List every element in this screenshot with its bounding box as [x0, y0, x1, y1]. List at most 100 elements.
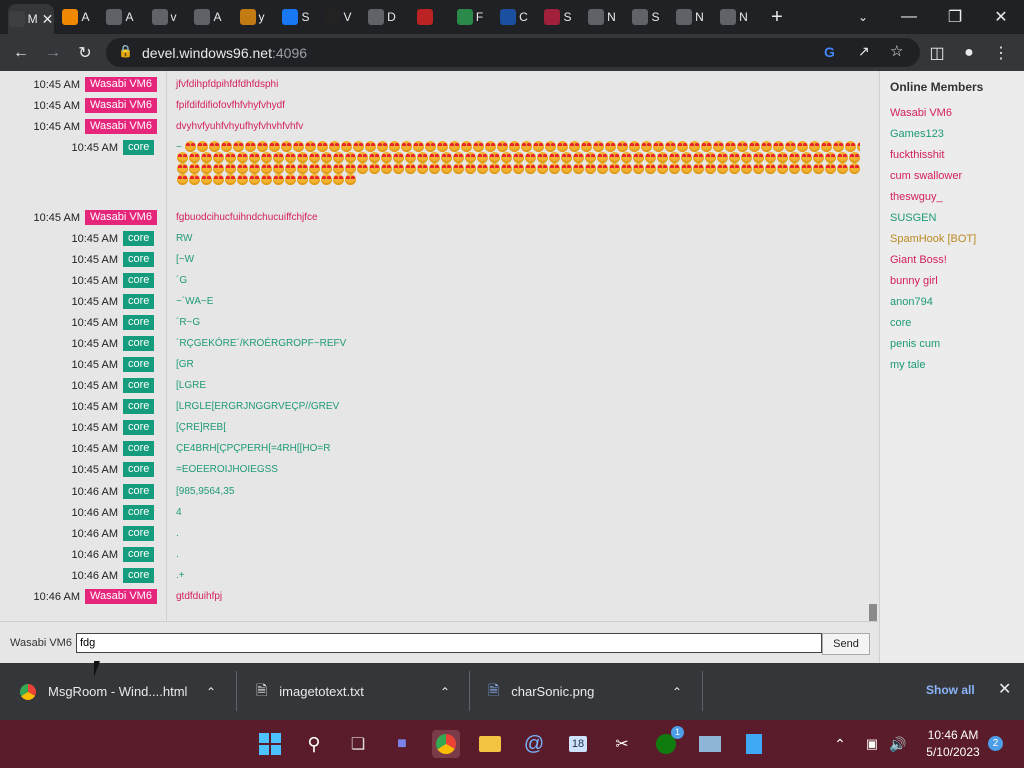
- browser-tab[interactable]: A: [100, 4, 140, 30]
- notepad-icon[interactable]: [740, 730, 768, 758]
- download-item-png[interactable]: 🗎 charSonic.png ⌃: [488, 663, 698, 720]
- browser-tab[interactable]: D: [362, 4, 402, 30]
- network-icon[interactable]: ▣: [858, 730, 886, 758]
- calendar-icon[interactable]: 18: [564, 730, 592, 758]
- volume-icon[interactable]: 🔊: [884, 730, 912, 758]
- member-item[interactable]: SpamHook [BOT]: [890, 233, 976, 245]
- message-username-badge[interactable]: core: [123, 399, 155, 414]
- menu-kebab-icon[interactable]: ⋮: [988, 40, 1014, 66]
- member-item[interactable]: SUSGEN: [890, 212, 936, 224]
- side-panel-icon[interactable]: ◫: [924, 40, 950, 66]
- member-item[interactable]: penis cum: [890, 338, 940, 350]
- browser-tab[interactable]: M ✕: [8, 4, 54, 34]
- message-username-badge[interactable]: core: [123, 526, 155, 541]
- member-item[interactable]: anon794: [890, 296, 933, 308]
- xbox-icon[interactable]: 1: [652, 726, 684, 758]
- clock-date[interactable]: 5/10/2023: [918, 745, 988, 759]
- message-username-badge[interactable]: core: [123, 357, 155, 372]
- browser-tab[interactable]: V: [318, 4, 358, 30]
- message-username-badge[interactable]: core: [123, 315, 155, 330]
- member-item[interactable]: my tale: [890, 359, 925, 371]
- chevron-up-icon[interactable]: ⌃: [672, 685, 682, 699]
- search-icon[interactable]: ⚲: [300, 730, 328, 758]
- browser-tab[interactable]: N: [714, 4, 754, 30]
- message-username-badge[interactable]: Wasabi VM6: [85, 210, 157, 225]
- new-tab-button[interactable]: +: [754, 0, 800, 34]
- message-username-badge[interactable]: Wasabi VM6: [85, 119, 157, 134]
- browser-tab[interactable]: S: [538, 4, 578, 30]
- chevron-up-icon[interactable]: ⌃: [826, 730, 854, 758]
- chevron-up-icon[interactable]: ⌃: [440, 685, 450, 699]
- notification-badge[interactable]: 2: [988, 736, 1003, 751]
- browser-tab[interactable]: N: [670, 4, 710, 30]
- chrome-taskbar-icon[interactable]: [432, 730, 460, 758]
- browser-tab[interactable]: v: [144, 4, 184, 30]
- window-minimize-button[interactable]: —: [886, 0, 932, 34]
- send-button[interactable]: Send: [822, 633, 870, 655]
- chat-scrollbar[interactable]: [868, 71, 878, 621]
- message-username-badge[interactable]: core: [123, 484, 155, 499]
- windows-start-icon[interactable]: [256, 730, 284, 758]
- message-username-badge[interactable]: core: [123, 294, 155, 309]
- browser-tab[interactable]: S: [276, 4, 316, 30]
- member-item[interactable]: Games123: [890, 128, 944, 140]
- member-item[interactable]: cum swallower: [890, 170, 962, 182]
- close-icon[interactable]: ✕: [42, 11, 54, 28]
- back-icon[interactable]: ←: [8, 40, 34, 66]
- profile-icon[interactable]: ●: [956, 40, 982, 66]
- scrollbar-thumb[interactable]: [869, 604, 877, 621]
- message-username-badge[interactable]: Wasabi VM6: [85, 589, 157, 604]
- download-item-txt[interactable]: 🗎 imagetotext.txt ⌃: [256, 663, 466, 720]
- nickname-label[interactable]: Wasabi VM6: [10, 637, 72, 649]
- snipping-tool-icon[interactable]: ✂: [608, 730, 636, 758]
- photos-icon[interactable]: [696, 730, 724, 758]
- bookmark-star-icon[interactable]: ☆: [890, 42, 903, 60]
- member-item[interactable]: Wasabi VM6: [890, 107, 952, 119]
- download-item-html[interactable]: MsgRoom - Wind....html ⌃: [20, 663, 230, 720]
- member-item[interactable]: fuckthisshit: [890, 149, 944, 161]
- browser-tab[interactable]: C: [494, 4, 534, 30]
- file-explorer-icon[interactable]: [476, 730, 504, 758]
- browser-tab[interactable]: A: [188, 4, 228, 30]
- share-icon[interactable]: ↗: [858, 43, 870, 60]
- member-item[interactable]: bunny girl: [890, 275, 938, 287]
- browser-tab[interactable]: N: [582, 4, 622, 30]
- reload-icon[interactable]: ↻: [72, 40, 98, 66]
- close-icon[interactable]: ✕: [998, 679, 1011, 699]
- message-username-badge[interactable]: core: [123, 252, 155, 267]
- message-username-badge[interactable]: core: [123, 231, 155, 246]
- google-icon[interactable]: G: [824, 44, 835, 60]
- chevron-up-icon[interactable]: ⌃: [206, 685, 216, 699]
- meet-icon[interactable]: ■: [388, 730, 416, 758]
- task-view-icon[interactable]: ❏: [344, 730, 372, 758]
- message-input[interactable]: [76, 633, 822, 653]
- browser-tab[interactable]: y: [232, 4, 272, 30]
- message-username-badge[interactable]: core: [123, 420, 155, 435]
- member-item[interactable]: core: [890, 317, 911, 329]
- browser-tab[interactable]: F: [450, 4, 490, 30]
- message-username-badge[interactable]: Wasabi VM6: [85, 77, 157, 92]
- browser-tab[interactable]: A: [56, 4, 96, 30]
- message-username-badge[interactable]: core: [123, 462, 155, 477]
- forward-icon[interactable]: →: [40, 40, 66, 66]
- window-maximize-button[interactable]: ❐: [932, 0, 978, 34]
- at-sign-icon[interactable]: @: [520, 730, 548, 758]
- message-username-badge[interactable]: core: [123, 547, 155, 562]
- browser-tab[interactable]: [406, 4, 446, 30]
- message-username-badge[interactable]: core: [123, 505, 155, 520]
- clock-time[interactable]: 10:46 AM: [925, 728, 981, 742]
- member-item[interactable]: Giant Boss!: [890, 254, 947, 266]
- message-username-badge[interactable]: core: [123, 273, 155, 288]
- address-bar[interactable]: 🔒 devel.windows96.net:4096 G ↗ ☆: [106, 38, 920, 67]
- message-username-badge[interactable]: core: [123, 336, 155, 351]
- show-all-downloads-link[interactable]: Show all: [926, 683, 975, 697]
- window-close-button[interactable]: ✕: [978, 0, 1024, 34]
- message-username-badge[interactable]: core: [123, 140, 155, 155]
- message-username-badge[interactable]: core: [123, 568, 155, 583]
- member-item[interactable]: theswguy_: [890, 191, 943, 203]
- message-username-badge[interactable]: core: [123, 441, 155, 456]
- message-username-badge[interactable]: Wasabi VM6: [85, 98, 157, 113]
- message-username-badge[interactable]: core: [123, 378, 155, 393]
- tab-search-button[interactable]: ⌄: [840, 0, 886, 34]
- browser-tab[interactable]: S: [626, 4, 666, 30]
